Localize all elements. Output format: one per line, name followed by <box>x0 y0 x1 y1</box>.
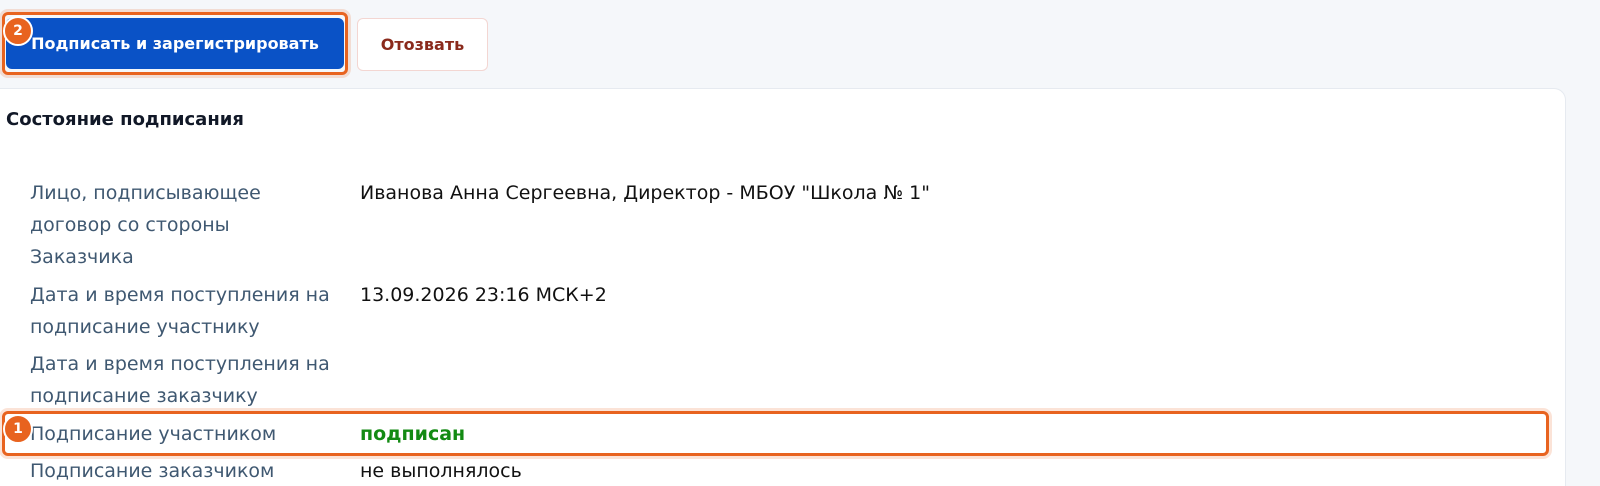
signing-page: Подписать и зарегистрировать 2 Отозвать … <box>0 0 1600 486</box>
signing-status-panel: Состояние подписания Лицо, подписывающее… <box>0 88 1566 486</box>
toolbar: Подписать и зарегистрировать 2 Отозвать <box>0 0 1600 88</box>
row-label: Лицо, подписывающее договор со стороны З… <box>30 182 261 268</box>
panel-title: Состояние подписания <box>6 109 244 130</box>
status-signed: подписан <box>360 423 466 445</box>
row-label: Подписание участником <box>30 423 277 445</box>
step-badge-2: 2 <box>3 16 33 46</box>
status-not-performed: не выполнялось <box>360 460 522 482</box>
revoke-button[interactable]: Отозвать <box>357 18 488 71</box>
row-label: Подписание заказчиком <box>30 460 275 482</box>
row-label: Дата и время поступления на подписание з… <box>30 353 330 407</box>
row-value: Иванова Анна Сергеевна, Директор - МБОУ … <box>360 182 930 204</box>
row-label: Дата и время поступления на подписание у… <box>30 284 330 338</box>
sign-and-register-button[interactable]: Подписать и зарегистрировать <box>6 18 344 69</box>
step-badge-1: 1 <box>3 414 33 444</box>
row-value: 13.09.2026 23:16 МСК+2 <box>360 284 607 306</box>
